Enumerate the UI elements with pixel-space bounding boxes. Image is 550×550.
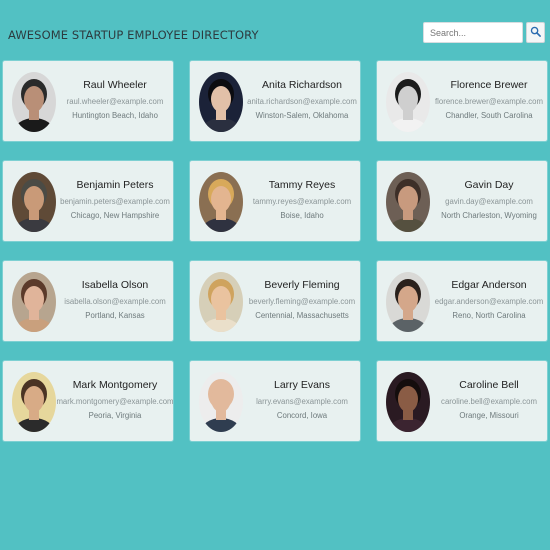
employee-name: Beverly Fleming <box>264 279 340 291</box>
avatar <box>12 72 56 132</box>
avatar <box>12 272 56 332</box>
employee-email: florence.brewer@example.com <box>434 97 544 106</box>
employee-email: benjamin.peters@example.com <box>60 197 170 206</box>
avatar <box>12 372 56 432</box>
employee-location: Reno, North Carolina <box>452 311 526 320</box>
employee-location: Centennial, Massachusetts <box>255 311 349 320</box>
employee-name: Edgar Anderson <box>451 279 527 291</box>
search-button[interactable] <box>526 22 545 43</box>
employee-card[interactable]: Isabella Olson isabella.olson@example.com… <box>3 261 173 341</box>
employee-card[interactable]: Raul Wheeler raul.wheeler@example.com Hunt… <box>3 61 173 141</box>
employee-info: Tammy Reyes tammy.reyes@example.com Boise,… <box>246 161 358 241</box>
employee-info: Florence Brewer florence.brewer@example.c… <box>433 61 545 141</box>
employee-info: Gavin Day gavin.day@example.com North Char… <box>433 161 545 241</box>
employee-card[interactable]: Anita Richardson anita.richardson@example… <box>190 61 360 141</box>
avatar <box>12 172 56 232</box>
employee-info: Edgar Anderson edgar.anderson@example.com… <box>433 261 545 341</box>
search-input[interactable] <box>423 22 523 43</box>
page-title: AWESOME STARTUP EMPLOYEE DIRECTORY <box>8 28 259 42</box>
employee-name: Mark Montgomery <box>72 379 158 391</box>
employee-location: Winston-Salem, Oklahoma <box>255 111 349 120</box>
employee-email: mark.montgomery@example.com <box>56 397 174 406</box>
employee-card[interactable]: Florence Brewer florence.brewer@example.c… <box>377 61 547 141</box>
employee-location: Chandler, South Carolina <box>445 111 533 120</box>
employee-info: Anita Richardson anita.richardson@example… <box>246 61 358 141</box>
employee-name: Benjamin Peters <box>76 179 154 191</box>
employee-location: Boise, Idaho <box>280 211 324 220</box>
employee-name: Florence Brewer <box>450 79 528 91</box>
employee-info: Raul Wheeler raul.wheeler@example.com Hunt… <box>59 61 171 141</box>
employee-email: isabella.olson@example.com <box>64 297 166 306</box>
employee-location: Orange, Missouri <box>459 411 519 420</box>
employee-email: caroline.bell@example.com <box>441 397 537 406</box>
search-icon <box>530 24 541 42</box>
employee-info: Mark Montgomery mark.montgomery@example.c… <box>56 361 173 441</box>
employee-name: Larry Evans <box>273 379 331 391</box>
avatar <box>199 372 243 432</box>
employee-card[interactable]: Benjamin Peters benjamin.peters@example.c… <box>3 161 173 241</box>
employee-email: larry.evans@example.com <box>256 397 348 406</box>
employee-location: Peoria, Virginia <box>88 411 142 420</box>
employee-email: raul.wheeler@example.com <box>66 97 164 106</box>
employee-card[interactable]: Beverly Fleming beverly.fleming@example.c… <box>190 261 360 341</box>
employee-location: Portland, Kansas <box>85 311 145 320</box>
employee-location: Chicago, New Hampshire <box>70 211 160 220</box>
employee-info: Caroline Bell caroline.bell@example.com Or… <box>433 361 545 441</box>
employee-email: anita.richardson@example.com <box>247 97 357 106</box>
employee-email: gavin.day@example.com <box>445 197 533 206</box>
employee-card[interactable]: Larry Evans larry.evans@example.com Concor… <box>190 361 360 441</box>
employee-name: Caroline Bell <box>459 379 519 391</box>
employee-card[interactable]: Caroline Bell caroline.bell@example.com Or… <box>377 361 547 441</box>
search-form <box>423 22 545 43</box>
employee-name: Tammy Reyes <box>268 179 336 191</box>
employee-email: beverly.fleming@example.com <box>248 297 356 306</box>
avatar <box>199 72 243 132</box>
employee-location: North Charleston, Wyoming <box>441 211 537 220</box>
employee-email: tammy.reyes@example.com <box>252 197 352 206</box>
employee-card[interactable]: Edgar Anderson edgar.anderson@example.com… <box>377 261 547 341</box>
employee-card[interactable]: Mark Montgomery mark.montgomery@example.c… <box>3 361 174 441</box>
employee-name: Gavin Day <box>464 179 514 191</box>
employee-name: Anita Richardson <box>262 79 342 91</box>
avatar <box>386 172 430 232</box>
employee-name: Isabella Olson <box>81 279 149 291</box>
employee-card[interactable]: Gavin Day gavin.day@example.com North Char… <box>377 161 547 241</box>
employee-location: Huntington Beach, Idaho <box>72 111 158 120</box>
employee-location: Concord, Iowa <box>276 411 328 420</box>
header: AWESOME STARTUP EMPLOYEE DIRECTORY <box>0 0 550 60</box>
employee-info: Beverly Fleming beverly.fleming@example.c… <box>246 261 358 341</box>
avatar <box>386 372 430 432</box>
employee-info: Isabella Olson isabella.olson@example.com… <box>59 261 171 341</box>
employee-info: Larry Evans larry.evans@example.com Concor… <box>246 361 358 441</box>
employee-card[interactable]: Tammy Reyes tammy.reyes@example.com Boise,… <box>190 161 360 241</box>
avatar <box>386 72 430 132</box>
employee-name: Raul Wheeler <box>83 79 147 91</box>
employee-email: edgar.anderson@example.com <box>434 297 544 306</box>
avatar <box>199 172 243 232</box>
avatar <box>199 272 243 332</box>
employee-info: Benjamin Peters benjamin.peters@example.c… <box>59 161 171 241</box>
avatar <box>386 272 430 332</box>
